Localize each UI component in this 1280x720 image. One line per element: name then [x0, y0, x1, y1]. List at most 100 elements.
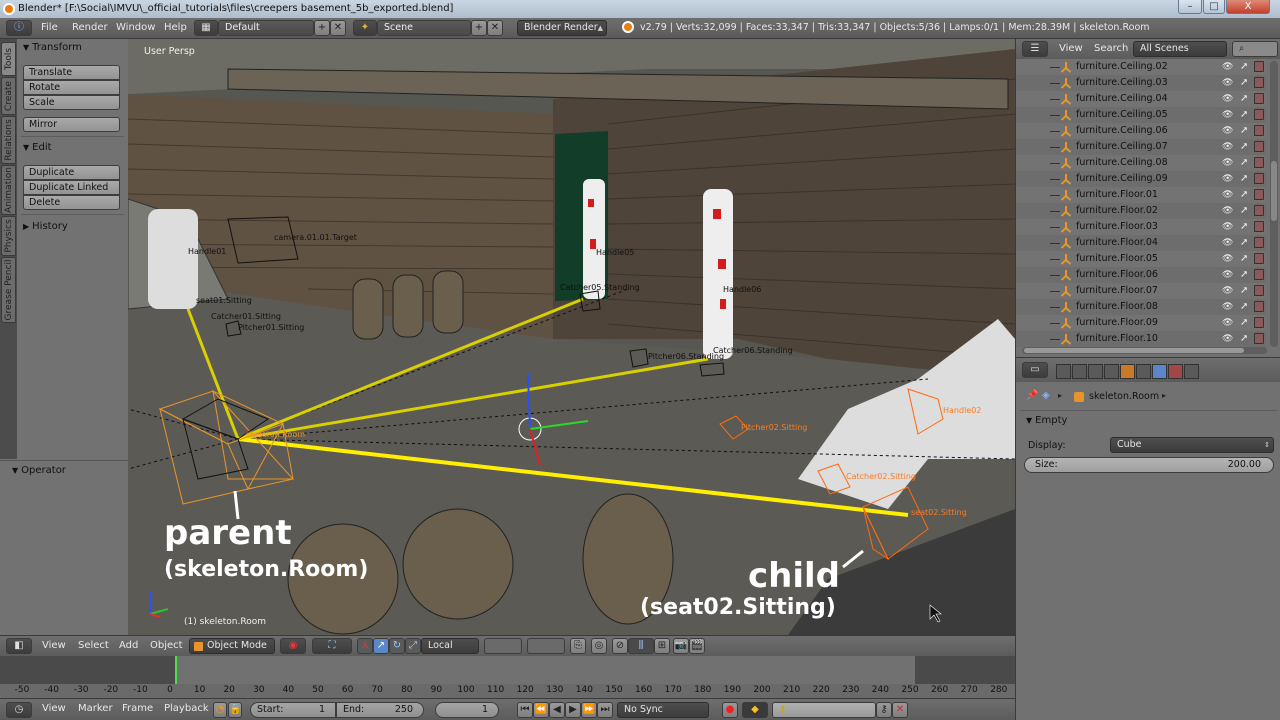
visibility-eye-icon[interactable]: 👁	[1222, 171, 1233, 187]
outliner-item[interactable]: furniture.Floor.05 👁 ➚	[1016, 251, 1266, 267]
selectability-cursor-icon[interactable]: ➚	[1240, 107, 1248, 123]
tab-scene-icon[interactable]	[1088, 364, 1103, 379]
timeline-ruler[interactable]: -50 -40 -30 -20 -10 0 10 20 30 40 50 60 70 80 90 100 110…	[0, 684, 1015, 698]
visibility-eye-icon[interactable]: 👁	[1222, 267, 1233, 283]
selectability-cursor-icon[interactable]: ➚	[1240, 235, 1248, 251]
play-reverse-icon[interactable]: ◀	[549, 702, 565, 718]
translate-manipulator-icon[interactable]: ↗	[373, 638, 389, 654]
outliner-item[interactable]: furniture.Ceiling.07 👁 ➚	[1016, 139, 1266, 155]
visibility-eye-icon[interactable]: 👁	[1222, 203, 1233, 219]
timeline-menu-frame[interactable]: Frame	[122, 703, 153, 714]
menu-add[interactable]: Add	[119, 640, 138, 651]
selectability-cursor-icon[interactable]: ➚	[1240, 203, 1248, 219]
outliner-item[interactable]: furniture.Floor.08 👁 ➚	[1016, 299, 1266, 315]
tab-texture-icon[interactable]	[1168, 364, 1183, 379]
selectability-cursor-icon[interactable]: ➚	[1240, 171, 1248, 187]
selectability-cursor-icon[interactable]: ➚	[1240, 155, 1248, 171]
menu-object[interactable]: Object	[150, 640, 183, 651]
outliner-item[interactable]: furniture.Floor.04 👁 ➚	[1016, 235, 1266, 251]
visibility-eye-icon[interactable]: 👁	[1222, 187, 1233, 203]
info-editor-type-icon[interactable]: ⓘ	[6, 20, 32, 36]
current-frame-field[interactable]: 1	[435, 702, 499, 718]
outliner-editor-type-icon[interactable]: ☰	[1022, 41, 1048, 57]
selectability-cursor-icon[interactable]: ➚	[1240, 299, 1248, 315]
outliner-item[interactable]: furniture.Floor.01 👁 ➚	[1016, 187, 1266, 203]
panel-header-history[interactable]: ▶ History	[23, 221, 68, 232]
lock-icon[interactable]: 🔒	[228, 702, 242, 718]
transform-orientation-dropdown[interactable]: Local	[421, 638, 479, 654]
selectability-cursor-icon[interactable]: ➚	[1240, 251, 1248, 267]
renderability-camera-icon[interactable]	[1254, 237, 1264, 248]
outliner-item[interactable]: furniture.Ceiling.03 👁 ➚	[1016, 75, 1266, 91]
3d-viewport[interactable]: User Persp (1) skeleton.Room camera.01.0…	[128, 39, 1015, 635]
outliner-hscrollbar[interactable]	[1022, 347, 1267, 354]
visibility-eye-icon[interactable]: 👁	[1222, 107, 1233, 123]
selectability-cursor-icon[interactable]: ➚	[1240, 315, 1248, 331]
timeline-menu-view[interactable]: View	[42, 703, 66, 714]
outliner-item[interactable]: furniture.Ceiling.04 👁 ➚	[1016, 91, 1266, 107]
menu-render[interactable]: Render	[72, 22, 108, 33]
jump-start-icon[interactable]: ⏮	[517, 702, 533, 718]
outliner-menu-search[interactable]: Search	[1094, 43, 1128, 54]
menu-help[interactable]: Help	[164, 22, 187, 33]
panel-header-operator[interactable]: ▼ Operator	[12, 465, 66, 476]
viewport-shading-icon[interactable]: ◉	[280, 638, 306, 654]
selectability-cursor-icon[interactable]: ➚	[1240, 267, 1248, 283]
play-icon[interactable]: ▶	[565, 702, 581, 718]
preview-range-icon[interactable]: ◔	[213, 702, 227, 718]
screen-layout-field[interactable]: Default	[218, 20, 314, 36]
outliner-item[interactable]: furniture.Ceiling.05 👁 ➚	[1016, 107, 1266, 123]
mirror-button[interactable]: Mirror	[23, 117, 120, 132]
menu-view[interactable]: View	[42, 640, 66, 651]
scene-icon[interactable]: ✦	[353, 20, 377, 36]
visibility-eye-icon[interactable]: 👁	[1222, 155, 1233, 171]
add-screen-icon[interactable]: +	[314, 20, 330, 36]
current-frame-marker[interactable]	[175, 656, 177, 686]
mode-dropdown[interactable]: Object Mode	[189, 638, 275, 654]
selectability-cursor-icon[interactable]: ➚	[1240, 139, 1248, 155]
panel-header-transform[interactable]: ▼ Transform	[23, 42, 82, 53]
outliner-item[interactable]: furniture.Floor.09 👁 ➚	[1016, 315, 1266, 331]
selectability-cursor-icon[interactable]: ➚	[1240, 123, 1248, 139]
renderability-camera-icon[interactable]	[1254, 253, 1264, 264]
snap-element-icon[interactable]: ⫼	[628, 638, 654, 654]
visibility-eye-icon[interactable]: 👁	[1222, 331, 1233, 347]
sync-dropdown[interactable]: No Sync	[617, 702, 709, 718]
layers-grid-b[interactable]	[527, 638, 565, 654]
render-animation-icon[interactable]: 🎬	[689, 638, 705, 654]
tab-constraints-icon[interactable]	[1136, 364, 1151, 379]
visibility-eye-icon[interactable]: 👁	[1222, 139, 1233, 155]
renderability-camera-icon[interactable]	[1254, 189, 1264, 200]
remove-screen-icon[interactable]: ✕	[330, 20, 346, 36]
rotate-button[interactable]: Rotate	[23, 80, 120, 95]
visibility-eye-icon[interactable]: 👁	[1222, 251, 1233, 267]
insert-keyframe-icon[interactable]: ⚷	[876, 702, 892, 718]
renderability-camera-icon[interactable]	[1254, 173, 1264, 184]
timeline-menu-marker[interactable]: Marker	[78, 703, 113, 714]
maximize-button[interactable]: □	[1203, 0, 1225, 14]
editor-type-icon[interactable]: ◧	[6, 638, 32, 654]
visibility-eye-icon[interactable]: 👁	[1222, 315, 1233, 331]
duplicate-linked-button[interactable]: Duplicate Linked	[23, 180, 120, 195]
outliner-item[interactable]: furniture.Floor.07 👁 ➚	[1016, 283, 1266, 299]
scene-field[interactable]: Scene	[377, 20, 471, 36]
timeline-editor-type-icon[interactable]: ◷	[6, 702, 32, 718]
translate-button[interactable]: Translate	[23, 65, 120, 80]
pin-icon[interactable]: 📌	[1026, 390, 1038, 401]
outliner-item[interactable]: furniture.Floor.06 👁 ➚	[1016, 267, 1266, 283]
snap-target-icon[interactable]: ⊞	[654, 638, 670, 654]
layers-grid-a[interactable]	[484, 638, 522, 654]
renderability-camera-icon[interactable]	[1254, 221, 1264, 232]
renderability-camera-icon[interactable]	[1254, 141, 1264, 152]
renderability-camera-icon[interactable]	[1254, 301, 1264, 312]
tab-world-icon[interactable]	[1104, 364, 1119, 379]
tab-tools[interactable]: Tools	[1, 42, 16, 76]
snap-icon[interactable]: ⊘	[612, 638, 628, 654]
panel-header-edit[interactable]: ▼ Edit	[23, 142, 52, 153]
outliner-item[interactable]: furniture.Floor.02 👁 ➚	[1016, 203, 1266, 219]
tab-relations[interactable]: Relations	[1, 116, 16, 164]
size-field[interactable]: Size: 200.00	[1024, 457, 1274, 473]
menu-select[interactable]: Select	[78, 640, 109, 651]
renderability-camera-icon[interactable]	[1254, 77, 1264, 88]
timeline-area[interactable]	[0, 656, 1015, 686]
